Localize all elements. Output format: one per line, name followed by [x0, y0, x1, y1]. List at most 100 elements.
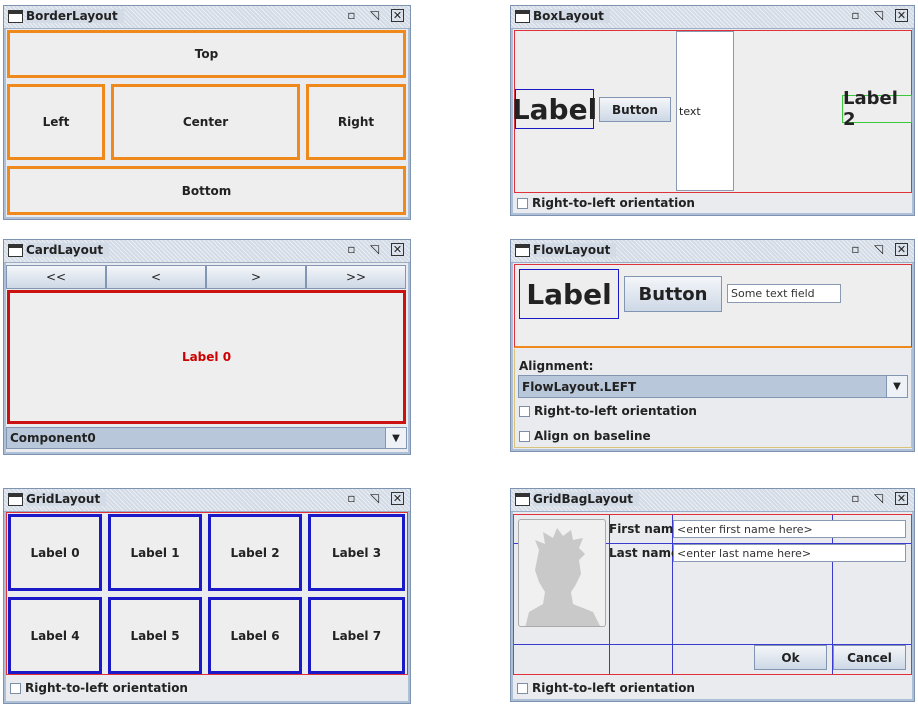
grid-label: Label 6	[208, 597, 302, 674]
grid-label: Label 7	[308, 597, 405, 674]
grid-line	[609, 515, 610, 674]
card-label: Label 0	[7, 290, 406, 424]
flow-text-field[interactable]: Some text field	[727, 284, 841, 303]
box-rtl-checkbox[interactable]: Right-to-left orientation	[517, 196, 695, 210]
first-name-placeholder: <enter first name here>	[677, 522, 813, 536]
checkbox-label: Right-to-left orientation	[532, 681, 695, 695]
maximize-icon[interactable]: ◹	[368, 243, 381, 256]
checkbox-icon[interactable]	[519, 405, 530, 417]
gridbaglayout-titlebar[interactable]: GridBagLayout ▫ ◹ ✕	[511, 489, 914, 512]
checkbox-icon[interactable]	[517, 682, 528, 694]
boxlayout-titlebar[interactable]: BoxLayout ▫ ◹ ✕	[511, 6, 914, 29]
minimize-icon[interactable]: ▫	[345, 9, 358, 22]
region-left: Left	[7, 84, 105, 160]
last-button[interactable]: >>	[306, 265, 406, 289]
gridbag-rtl-checkbox[interactable]: Right-to-left orientation	[517, 681, 695, 695]
combo-value: FlowLayout.LEFT	[522, 379, 637, 394]
window-title: BoxLayout	[533, 9, 610, 23]
alignment-combo[interactable]: FlowLayout.LEFT ▼	[518, 375, 908, 398]
gridlayout-window: GridLayout ▫ ◹ ✕ Label 0 Label 1 Label 2…	[3, 488, 411, 704]
avatar	[518, 519, 606, 627]
grid-label: Label 3	[308, 514, 405, 591]
grid-rtl-checkbox[interactable]: Right-to-left orientation	[10, 681, 188, 695]
window-icon	[515, 493, 530, 506]
box-textarea[interactable]: text	[676, 31, 734, 191]
flowlayout-titlebar[interactable]: FlowLayout ▫ ◹ ✕	[511, 240, 914, 263]
box-label: Label	[512, 89, 597, 129]
grid-line	[672, 515, 673, 674]
minimize-icon[interactable]: ▫	[345, 243, 358, 256]
window-icon	[515, 10, 530, 23]
minimize-icon[interactable]: ▫	[849, 492, 862, 505]
gridlayout-titlebar[interactable]: GridLayout ▫ ◹ ✕	[4, 489, 410, 512]
grid-label: Label 4	[8, 597, 102, 674]
chevron-down-icon[interactable]: ▼	[886, 376, 907, 397]
maximize-icon[interactable]: ◹	[872, 243, 885, 256]
maximize-icon[interactable]: ◹	[368, 9, 381, 22]
close-icon[interactable]: ✕	[391, 492, 404, 505]
combo-value: Component0	[10, 431, 96, 445]
checkbox-icon[interactable]	[517, 197, 528, 209]
chevron-down-icon[interactable]: ▼	[385, 428, 406, 448]
minimize-icon[interactable]: ▫	[345, 492, 358, 505]
flow-label: Label	[519, 269, 619, 319]
first-name-field[interactable]: <enter first name here>	[673, 520, 906, 538]
grid-label: Label 2	[208, 514, 302, 591]
close-icon[interactable]: ✕	[391, 243, 404, 256]
window-title: GridLayout	[26, 492, 107, 506]
checkbox-label: Right-to-left orientation	[534, 404, 697, 418]
grid-label: Label 1	[108, 514, 202, 591]
checkbox-icon[interactable]	[519, 430, 530, 442]
window-icon	[515, 244, 530, 257]
window-title: FlowLayout	[533, 243, 617, 257]
baseline-checkbox[interactable]: Align on baseline	[519, 429, 651, 443]
flow-button[interactable]: Button	[624, 276, 722, 312]
checkbox-label: Right-to-left orientation	[532, 196, 695, 210]
close-icon[interactable]: ✕	[895, 243, 908, 256]
box-button[interactable]: Button	[599, 97, 671, 122]
ok-button[interactable]: Ok	[754, 645, 827, 670]
region-right: Right	[306, 84, 406, 160]
checkbox-label: Right-to-left orientation	[25, 681, 188, 695]
window-icon	[8, 10, 23, 23]
last-name-field[interactable]: <enter last name here>	[673, 544, 906, 562]
grid-label: Label 0	[8, 514, 102, 591]
component-combo[interactable]: Component0 ▼	[6, 427, 407, 449]
alignment-label: Alignment:	[519, 359, 594, 373]
cardlayout-window: CardLayout ▫ ◹ ✕ << < > >> Label 0 Compo…	[3, 239, 411, 455]
close-icon[interactable]: ✕	[895, 9, 908, 22]
window-title: CardLayout	[26, 243, 110, 257]
flow-rtl-checkbox[interactable]: Right-to-left orientation	[519, 404, 697, 418]
maximize-icon[interactable]: ◹	[368, 492, 381, 505]
boxlayout-window: BoxLayout ▫ ◹ ✕ Label Button text Label …	[510, 5, 915, 216]
maximize-icon[interactable]: ◹	[872, 9, 885, 22]
cardlayout-titlebar[interactable]: CardLayout ▫ ◹ ✕	[4, 240, 410, 263]
cancel-button[interactable]: Cancel	[833, 645, 906, 670]
borderlayout-titlebar[interactable]: BorderLayout ▫ ◹ ✕	[4, 6, 410, 29]
minimize-icon[interactable]: ▫	[849, 9, 862, 22]
maximize-icon[interactable]: ◹	[872, 492, 885, 505]
next-button[interactable]: >	[206, 265, 306, 289]
window-icon	[8, 493, 23, 506]
checkbox-icon[interactable]	[10, 682, 21, 694]
person-silhouette-icon	[525, 528, 600, 626]
window-icon	[8, 244, 23, 257]
flowlayout-window: FlowLayout ▫ ◹ ✕ Label Button Some text …	[510, 239, 915, 452]
region-bottom: Bottom	[7, 166, 406, 215]
region-top: Top	[7, 30, 406, 78]
close-icon[interactable]: ✕	[895, 492, 908, 505]
borderlayout-window: BorderLayout ▫ ◹ ✕ Top Left Center Right…	[3, 5, 411, 220]
minimize-icon[interactable]: ▫	[849, 243, 862, 256]
grid-label: Label 5	[108, 597, 202, 674]
last-name-placeholder: <enter last name here>	[677, 546, 812, 560]
first-button[interactable]: <<	[6, 265, 106, 289]
previous-button[interactable]: <	[106, 265, 206, 289]
region-center: Center	[111, 84, 300, 160]
close-icon[interactable]: ✕	[391, 9, 404, 22]
box-label-2: Label 2	[842, 88, 912, 130]
box-text: text	[679, 104, 701, 118]
gridbaglayout-window: GridBagLayout ▫ ◹ ✕ First name: <enter f…	[510, 488, 915, 702]
checkbox-label: Align on baseline	[534, 429, 651, 443]
window-title: BorderLayout	[26, 9, 124, 23]
window-title: GridBagLayout	[533, 492, 640, 506]
